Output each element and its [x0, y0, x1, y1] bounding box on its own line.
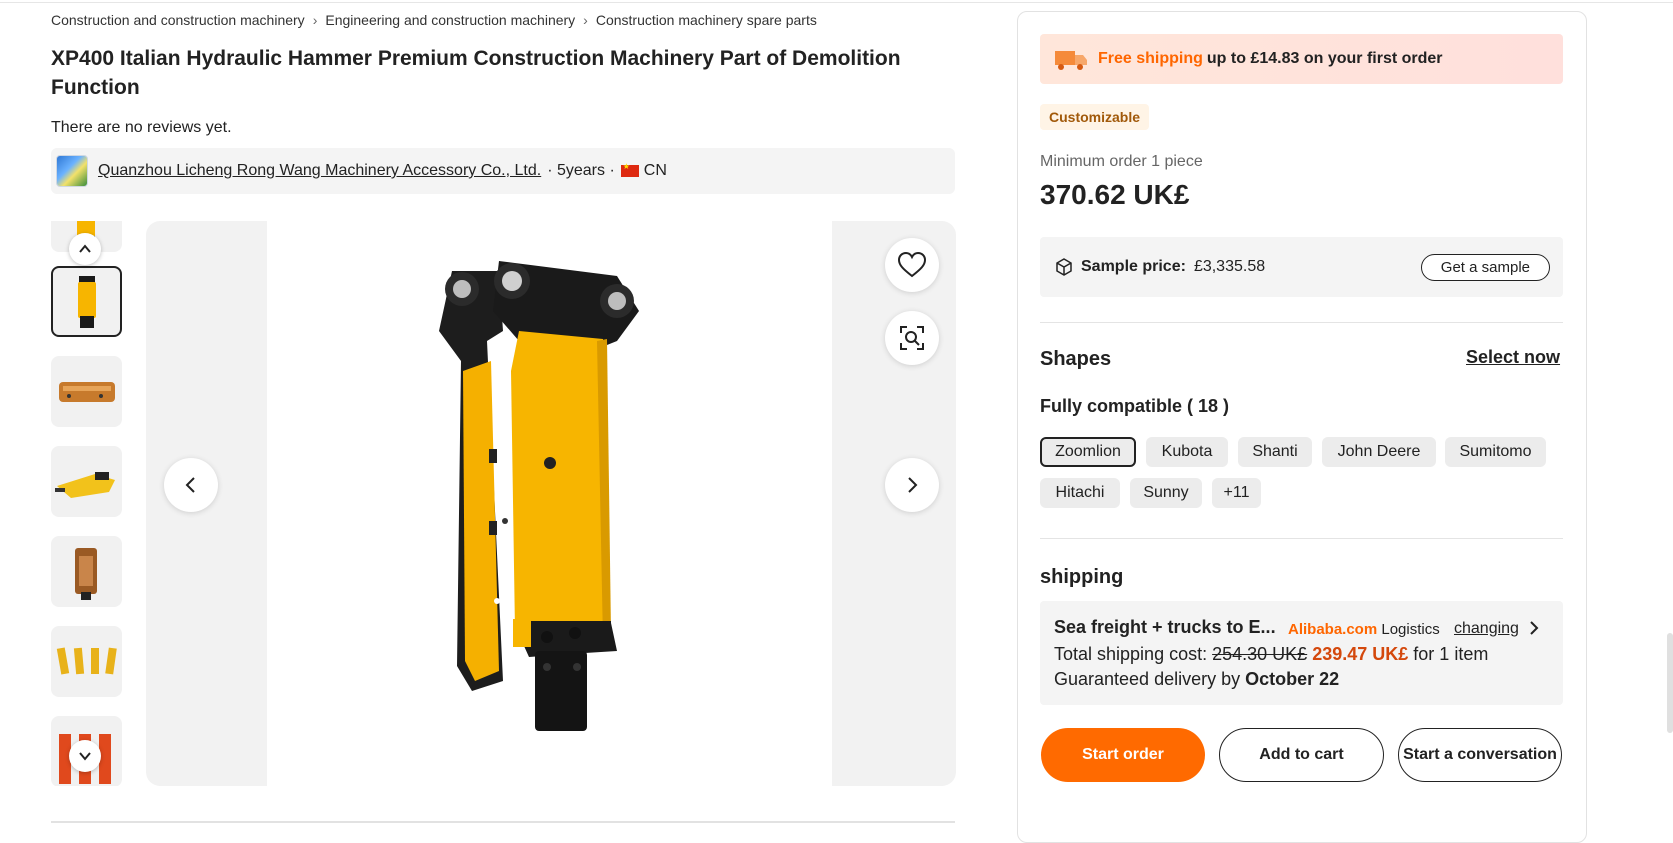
thumbnail[interactable]	[51, 446, 122, 517]
supplier-country: CN	[643, 162, 667, 179]
chevron-right-icon[interactable]	[1528, 619, 1540, 642]
thumbnail[interactable]	[51, 536, 122, 607]
purchase-panel	[1017, 11, 1587, 843]
breadcrumb-item[interactable]: Construction and construction machinery	[51, 12, 305, 28]
free-shipping-banner: Free shipping up to £14.83 on your first…	[1040, 34, 1563, 84]
chip-john-deere[interactable]: John Deere	[1322, 437, 1436, 467]
shipping-cost: Total shipping cost: 254.30 UK£ 239.47 U…	[1054, 644, 1488, 665]
chevron-up-icon[interactable]	[69, 233, 101, 265]
chip-hitachi[interactable]: Hitachi	[1040, 478, 1120, 508]
truck-icon	[1055, 51, 1087, 70]
visual-search-button[interactable]	[885, 311, 939, 365]
chip-sunny[interactable]: Sunny	[1130, 478, 1202, 508]
chip-more[interactable]: +11	[1212, 478, 1261, 508]
divider	[1040, 538, 1563, 539]
promo-text: up to £14.83 on your first order	[1206, 50, 1443, 67]
divider	[1040, 322, 1563, 323]
product-price: 370.62 UK£	[1040, 179, 1190, 210]
customizable-badge: Customizable	[1040, 104, 1150, 130]
shipping-cost-suffix: for 1 item	[1413, 644, 1489, 664]
alibaba-logistics-logo: Alibaba.com Logistics	[1288, 621, 1440, 638]
china-flag-icon	[620, 162, 639, 177]
thumbnail-active[interactable]	[51, 266, 122, 337]
shipping-method: Sea freight + trucks to E...	[1054, 617, 1276, 637]
supplier-years: · 5years ·	[547, 162, 615, 179]
logistics-suffix: Logistics	[1381, 621, 1440, 638]
chevron-down-icon[interactable]	[69, 740, 101, 772]
select-now-link[interactable]: Select now	[1466, 347, 1560, 368]
supplier-logo	[56, 155, 88, 187]
breadcrumb-item[interactable]: Construction machinery spare parts	[596, 12, 817, 28]
chevron-right-icon: ›	[312, 12, 318, 28]
shipping-old-cost: 254.30 UK£	[1212, 644, 1308, 664]
reviews-status: There are no reviews yet.	[51, 119, 232, 136]
image-search-icon	[900, 326, 924, 350]
compatibility-label: Fully compatible ( 18 )	[1040, 396, 1230, 416]
supplier-name-link[interactable]: Quanzhou Licheng Rong Wang Machinery Acc…	[98, 162, 541, 180]
supplier-bar: Quanzhou Licheng Rong Wang Machinery Acc…	[51, 148, 955, 194]
breadcrumb-item[interactable]: Engineering and construction machinery	[325, 12, 575, 28]
delivery-label: Guaranteed delivery by	[1054, 669, 1241, 689]
shipping-heading: shipping	[1040, 566, 1124, 588]
chevron-right-icon	[908, 477, 918, 493]
promo-highlight: Free shipping	[1098, 50, 1203, 67]
chip-kubota[interactable]: Kubota	[1146, 437, 1228, 467]
logistics-brand: Alibaba.com	[1288, 621, 1378, 638]
start-conversation-button[interactable]: Start a conversation	[1398, 728, 1562, 782]
chevron-left-icon	[185, 477, 195, 493]
sample-price-box: Sample price: £3,335.58 Get a sample	[1040, 237, 1563, 297]
top-divider	[0, 2, 1673, 3]
delivery-estimate: Guaranteed delivery by October 22	[1054, 669, 1339, 690]
product-title: XP400 Italian Hydraulic Hammer Premium C…	[51, 47, 901, 99]
thumbnail[interactable]	[51, 356, 122, 427]
get-sample-button[interactable]: Get a sample	[1420, 254, 1550, 281]
thumbnail[interactable]	[51, 626, 122, 697]
heart-icon	[898, 252, 926, 278]
start-order-button[interactable]: Start order	[1041, 728, 1205, 782]
delivery-date: October 22	[1245, 669, 1340, 689]
sample-price-label: Sample price:	[1081, 258, 1186, 275]
breadcrumb: Construction and construction machinery …	[51, 12, 817, 28]
minimum-order: Minimum order 1 piece	[1040, 153, 1203, 170]
shipping-new-cost: 239.47 UK£	[1312, 644, 1409, 664]
scrollbar[interactable]	[1667, 633, 1673, 733]
add-to-cart-button[interactable]: Add to cart	[1219, 728, 1384, 782]
box-icon	[1056, 258, 1072, 276]
change-shipping-link[interactable]: changing	[1454, 620, 1519, 638]
sample-price-value: £3,335.58	[1193, 258, 1266, 275]
product-image[interactable]	[267, 221, 832, 786]
thumbnail-strip	[51, 221, 124, 786]
shapes-heading: Shapes	[1040, 348, 1112, 370]
next-image-button[interactable]	[885, 458, 939, 512]
previous-image-button[interactable]	[164, 458, 218, 512]
chip-sumitomo[interactable]: Sumitomo	[1445, 437, 1546, 467]
chip-zoomlion[interactable]: Zoomlion	[1040, 437, 1136, 467]
favorite-button[interactable]	[885, 238, 939, 292]
shipping-cost-label: Total shipping cost:	[1054, 644, 1208, 664]
shipping-info-box: Sea freight + trucks to E... Alibaba.com…	[1040, 601, 1563, 705]
chevron-right-icon: ›	[583, 12, 588, 28]
chip-shanti[interactable]: Shanti	[1238, 437, 1312, 467]
main-image-viewer	[146, 221, 956, 786]
